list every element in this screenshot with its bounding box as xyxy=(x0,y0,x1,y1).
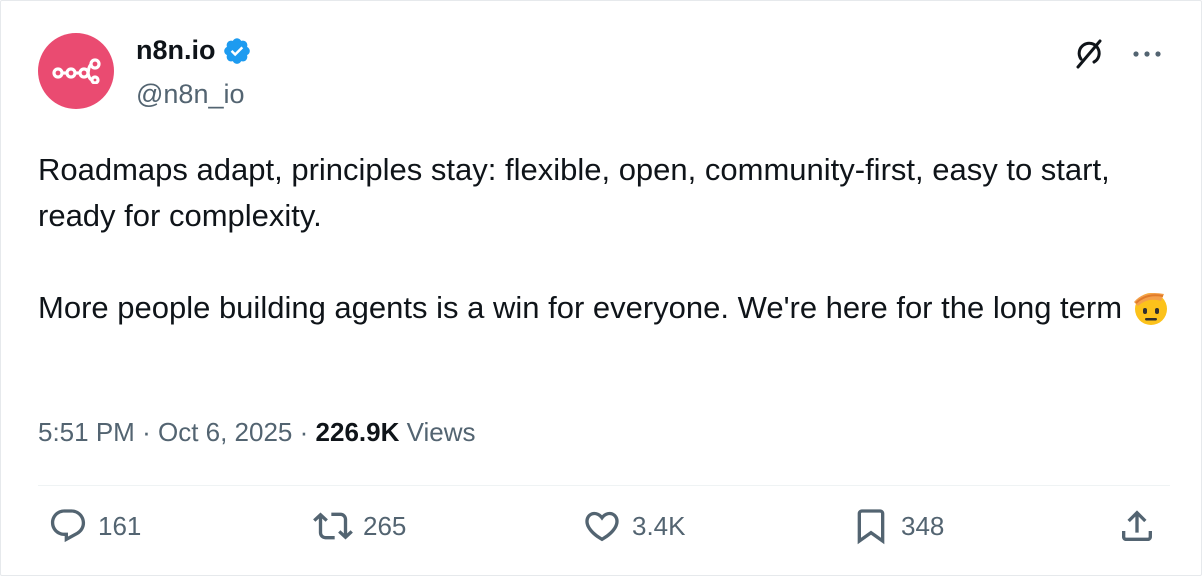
divider xyxy=(38,485,1170,486)
tweet-time[interactable]: 5:51 PM xyxy=(38,417,135,447)
meta-separator: · xyxy=(142,417,151,447)
tweet-paragraph-2-text: More people building agents is a win for… xyxy=(38,290,1123,325)
share-icon xyxy=(1122,510,1152,541)
reply-icon xyxy=(50,509,86,543)
action-bar: 161 265 3.4K 348 xyxy=(1,506,1202,562)
saluting-face-emoji-icon xyxy=(1134,293,1168,325)
views-count: 226.9K xyxy=(315,417,400,447)
bookmark-count: 348 xyxy=(901,510,945,541)
retweet-icon xyxy=(313,512,353,540)
views-label: Views xyxy=(406,417,476,447)
verified-badge-icon xyxy=(223,37,250,64)
tweet-paragraph-2: More people building agents is a win for… xyxy=(38,285,1178,331)
like-count: 3.4K xyxy=(632,510,686,541)
bookmark-icon xyxy=(857,509,885,545)
tweet-text: Roadmaps adapt, principles stay: flexibl… xyxy=(38,147,1178,331)
user-handle[interactable]: @n8n_io xyxy=(136,79,245,110)
tweet-paragraph-1: Roadmaps adapt, principles stay: flexibl… xyxy=(38,152,1110,233)
reply-button[interactable]: 161 xyxy=(48,506,141,546)
bookmark-button[interactable]: 348 xyxy=(851,506,944,546)
display-name[interactable]: n8n.io xyxy=(136,35,216,66)
repost-button[interactable]: 265 xyxy=(313,506,406,546)
like-icon xyxy=(585,511,619,542)
user-name-row[interactable]: n8n.io xyxy=(136,35,252,66)
tweet-date[interactable]: Oct 6, 2025 xyxy=(158,417,292,447)
tweet-card: n8n.io @n8n_io Roadmaps adapt, principle… xyxy=(0,0,1202,576)
tweet-meta: 5:51 PM · Oct 6, 2025 · 226.9K Views xyxy=(38,417,476,448)
reply-count: 161 xyxy=(98,510,142,541)
like-button[interactable]: 3.4K xyxy=(582,506,686,546)
grok-icon[interactable] xyxy=(1072,37,1106,71)
avatar[interactable] xyxy=(38,33,114,109)
more-icon[interactable] xyxy=(1130,37,1164,71)
n8n-logo-icon xyxy=(52,58,101,84)
repost-count: 265 xyxy=(363,510,407,541)
share-button[interactable] xyxy=(1117,506,1157,546)
meta-separator: · xyxy=(299,417,309,447)
